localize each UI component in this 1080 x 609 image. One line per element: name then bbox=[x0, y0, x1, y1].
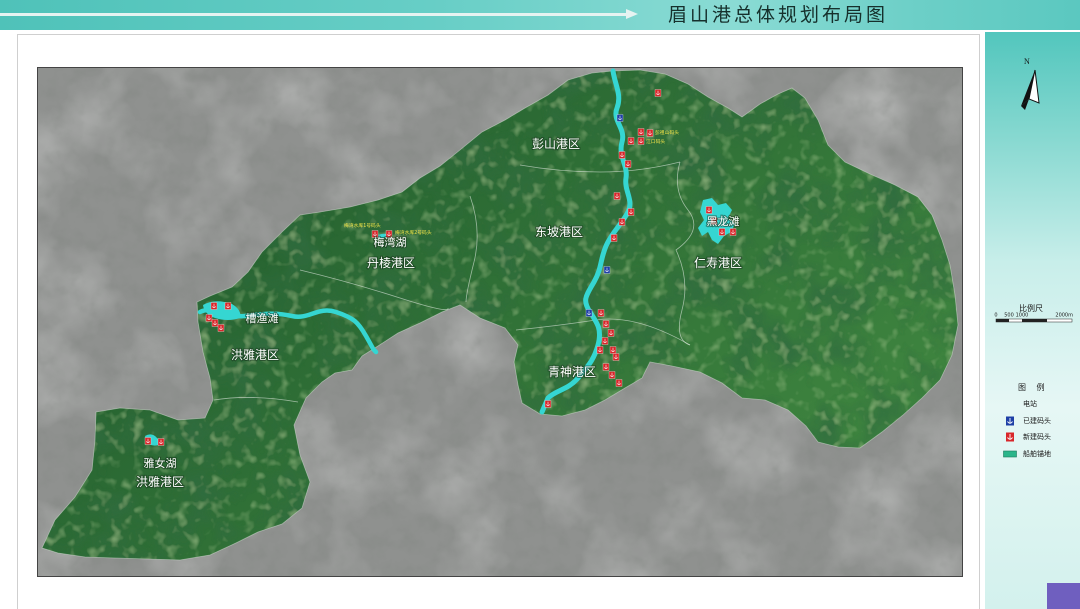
anchorage-area-swatch bbox=[1003, 450, 1017, 458]
water-label-caoyu: 槽渔滩 bbox=[246, 311, 279, 325]
new-dock-marker bbox=[654, 89, 662, 97]
legend-item-new-dock: 新建码头 bbox=[1003, 432, 1051, 442]
new-dock-marker bbox=[618, 218, 626, 226]
new-dock-marker bbox=[627, 137, 635, 145]
dock-label: 彭祖山码头 bbox=[655, 129, 679, 136]
new-dock-marker bbox=[627, 208, 635, 216]
header-decor-line bbox=[0, 13, 628, 16]
new-dock-marker bbox=[718, 228, 726, 236]
new-dock-marker bbox=[618, 151, 626, 159]
new-dock-marker bbox=[602, 363, 610, 371]
region-label-hongya-south: 洪雅港区 bbox=[136, 474, 184, 489]
scale-tick-label: 0 bbox=[994, 313, 997, 319]
new-dock-marker bbox=[729, 228, 737, 236]
new-dock-marker bbox=[612, 353, 620, 361]
legend-item-built-dock: 已建码头 bbox=[1003, 416, 1051, 426]
new-dock-marker bbox=[624, 160, 632, 168]
scale-tick-label: 500 bbox=[1004, 313, 1014, 319]
legend-title: 图 例 bbox=[1018, 383, 1049, 392]
new-dock-marker bbox=[637, 128, 645, 136]
new-dock-marker bbox=[646, 129, 654, 137]
new-dock-marker bbox=[637, 137, 645, 145]
new-dock-marker bbox=[601, 337, 609, 345]
header-band bbox=[0, 0, 1080, 30]
new-dock-marker bbox=[615, 379, 623, 387]
new-dock-marker bbox=[602, 320, 610, 328]
region-label-renshou: 仁寿港区 bbox=[694, 256, 742, 270]
built-dock-marker bbox=[585, 309, 593, 317]
new-dock-marker bbox=[144, 437, 152, 445]
corner-accent-square bbox=[1047, 583, 1080, 609]
dock-label: 江口码头 bbox=[646, 138, 665, 145]
built-dock-marker bbox=[603, 266, 611, 274]
new-dock-marker bbox=[224, 302, 232, 310]
new-dock-marker bbox=[610, 234, 618, 242]
dock-label: 梅湾水库2号码头 bbox=[395, 229, 432, 236]
region-label-danleng: 丹棱港区 bbox=[367, 255, 415, 270]
new-dock-marker bbox=[597, 309, 605, 317]
water-label-heilong: 黑龙滩 bbox=[707, 214, 740, 228]
built-dock-marker bbox=[616, 114, 624, 122]
dock-label: 梅湾水库1号码头 bbox=[344, 222, 381, 229]
new-dock-marker bbox=[217, 324, 225, 332]
new-dock-marker bbox=[210, 302, 218, 310]
new-dock-marker bbox=[608, 371, 616, 379]
new-dock-marker bbox=[205, 314, 213, 322]
new-dock-marker bbox=[596, 346, 604, 354]
hydropower-wave-icon bbox=[1004, 402, 1016, 406]
region-label-hongya-north: 洪雅港区 bbox=[231, 347, 279, 362]
region-label-qingshen: 青神港区 bbox=[548, 365, 596, 379]
new-dock-marker bbox=[705, 206, 713, 214]
region-label-pengshan: 彭山港区 bbox=[532, 137, 580, 151]
page-title: 眉山港总体规划布局图 bbox=[668, 4, 889, 26]
scale-bar: 0 500 1000 2000m bbox=[994, 313, 1073, 323]
legend-item-label: 电站 bbox=[1023, 400, 1037, 408]
legend-item-anchorage: 船舶锚地 bbox=[1003, 449, 1051, 459]
new-dock-marker bbox=[544, 400, 552, 408]
north-label: N bbox=[1024, 57, 1030, 66]
legend-item-hydropower: 电站 bbox=[1003, 399, 1037, 409]
new-dock-marker bbox=[157, 438, 165, 446]
legend-item-label: 已建码头 bbox=[1023, 417, 1051, 425]
region-label-dongpo: 东坡港区 bbox=[535, 225, 583, 239]
north-arrow-icon bbox=[1021, 69, 1040, 110]
built-dock-anchor-icon bbox=[1006, 416, 1014, 426]
new-dock-anchor-icon bbox=[1006, 432, 1014, 442]
scale-tick-label: 2000m bbox=[1055, 313, 1073, 319]
legend-item-label: 新建码头 bbox=[1023, 433, 1051, 441]
legend-item-label: 船舶锚地 bbox=[1023, 450, 1051, 458]
new-dock-marker bbox=[607, 329, 615, 337]
scale-tick-label: 1000 bbox=[1016, 313, 1029, 319]
water-label-yanv: 雅女湖 bbox=[144, 456, 177, 470]
new-dock-marker bbox=[609, 346, 617, 354]
water-label-meiwan: 梅湾湖 bbox=[374, 235, 407, 249]
new-dock-marker bbox=[211, 319, 219, 327]
header-arrow-icon bbox=[626, 9, 638, 19]
new-dock-marker bbox=[613, 192, 621, 200]
port-layout-map: 梅湾水库1号码头 梅湾水库2号码头 彭祖山码头 江口码头 彭山港区 东坡港区 梅… bbox=[37, 67, 963, 577]
